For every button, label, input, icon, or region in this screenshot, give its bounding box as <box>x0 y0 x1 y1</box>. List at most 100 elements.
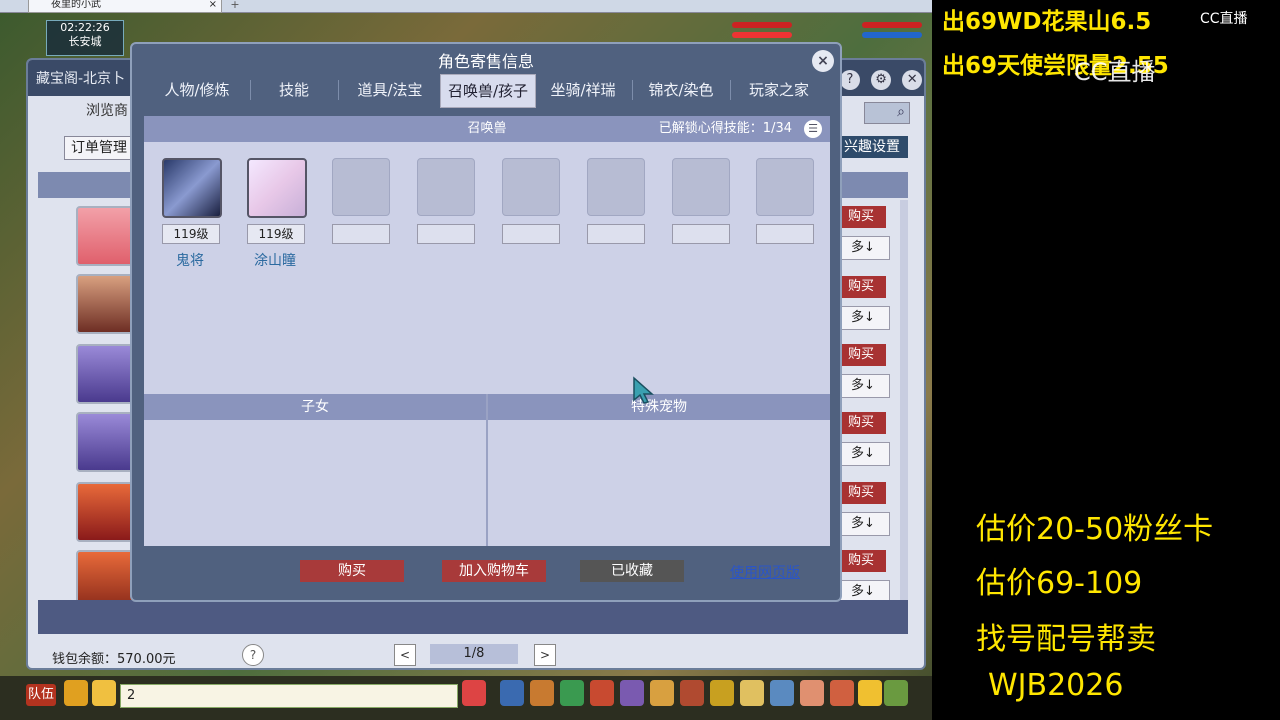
tab-outfits[interactable]: 锦衣/染色 <box>634 74 728 106</box>
row-buy-button[interactable]: 购买 <box>836 412 886 434</box>
row-buy-button[interactable]: 购买 <box>836 550 886 572</box>
empty-pet-slot[interactable] <box>502 158 560 216</box>
next-page-button[interactable]: > <box>534 644 556 666</box>
skill-icon[interactable] <box>590 680 614 706</box>
team-button[interactable]: 队伍 <box>26 684 56 706</box>
summons-header: 召唤兽 已解锁心得技能：1/34 ☰ <box>144 116 830 142</box>
empty-pet-slot[interactable] <box>417 158 475 216</box>
empty-level-box <box>332 224 390 244</box>
row-more-button[interactable]: 多↓ <box>836 442 890 466</box>
estimate-text-1: 估价20-50粉丝卡 <box>976 512 1214 547</box>
children-header: 子女 <box>144 394 486 420</box>
pet-icon[interactable] <box>462 680 486 706</box>
list-scrollbar[interactable] <box>900 200 908 600</box>
achievement-icon[interactable] <box>710 680 734 706</box>
add-to-cart-button[interactable]: 加入购物车 <box>442 560 546 582</box>
search-button[interactable]: ⌕ <box>864 102 910 124</box>
row-more-button[interactable]: 多↓ <box>836 512 890 536</box>
browse-label[interactable]: 浏览商 <box>86 100 128 120</box>
row-buy-button[interactable]: 购买 <box>836 206 886 228</box>
tab-separator <box>250 80 251 100</box>
character-avatar[interactable] <box>76 344 134 404</box>
character-avatar[interactable] <box>76 482 134 542</box>
help-icon[interactable]: ? <box>840 70 860 90</box>
empty-pet-slot[interactable] <box>332 158 390 216</box>
hp-bar <box>732 22 792 28</box>
pet-mp-bar <box>862 32 922 38</box>
close-icon[interactable]: × <box>812 50 834 72</box>
new-tab-button[interactable]: + <box>228 0 242 12</box>
tab-separator <box>632 80 633 100</box>
friends-icon[interactable] <box>800 680 824 706</box>
role-sale-info-dialog: 角色寄售信息 × 人物/修炼 技能 道具/法宝 召唤兽/孩子 坐骑/祥瑞 锦衣/… <box>130 42 842 602</box>
wallet-balance: 钱包余额：570.00元 <box>52 652 176 667</box>
list-footer <box>38 600 908 634</box>
children-list <box>144 420 486 546</box>
tab-character[interactable]: 人物/修炼 <box>146 74 248 106</box>
row-more-button[interactable]: 多↓ <box>836 374 890 398</box>
empty-level-box <box>502 224 560 244</box>
close-icon[interactable]: × <box>209 0 217 10</box>
empty-pet-slot[interactable] <box>587 158 645 216</box>
row-buy-button[interactable]: 购买 <box>836 344 886 366</box>
favorited-button[interactable]: 已收藏 <box>580 560 684 582</box>
tab-separator <box>730 80 731 100</box>
unlock-label: 已解锁心得技能： <box>658 121 763 136</box>
gear-icon[interactable]: ⚙ <box>871 70 892 90</box>
close-icon[interactable]: ✕ <box>902 70 923 90</box>
unlock-skills: 已解锁心得技能：1/34 <box>659 116 792 142</box>
system-icon[interactable] <box>680 680 704 706</box>
tab-player-home[interactable]: 玩家之家 <box>732 74 826 106</box>
web-version-link[interactable]: 使用网页版 <box>730 562 800 582</box>
service-text: 找号配号帮卖 <box>976 622 1156 657</box>
empty-pet-slot[interactable] <box>672 158 730 216</box>
event-icon[interactable] <box>740 680 764 706</box>
chat-input[interactable]: 2 <box>120 684 458 708</box>
pet-name[interactable]: 鬼将 <box>155 250 225 270</box>
chat-bubble-icon[interactable] <box>92 680 116 706</box>
row-more-button[interactable]: 多↓ <box>836 236 890 260</box>
guild-icon[interactable] <box>650 680 674 706</box>
bag-icon[interactable] <box>530 680 554 706</box>
row-buy-button[interactable]: 购买 <box>836 276 886 298</box>
game-time: 02:22:26 <box>60 21 110 34</box>
row-buy-button[interactable]: 购买 <box>836 482 886 504</box>
tab-mounts[interactable]: 坐骑/祥瑞 <box>538 74 628 106</box>
row-more-button[interactable]: 多↓ <box>836 306 890 330</box>
buy-button[interactable]: 购买 <box>300 560 404 582</box>
interest-settings-button[interactable]: 兴趣设置 <box>836 136 908 158</box>
quest-icon[interactable] <box>620 680 644 706</box>
team-icon[interactable] <box>560 680 584 706</box>
map-icon[interactable] <box>770 680 794 706</box>
search-icon: ⌕ <box>897 104 905 120</box>
special-pets-list <box>488 420 830 546</box>
pet-level: 119级 <box>247 224 305 244</box>
character-avatar[interactable] <box>76 412 134 472</box>
prev-page-button[interactable]: < <box>394 644 416 666</box>
microphone-icon[interactable] <box>64 680 88 706</box>
empty-pet-slot[interactable] <box>756 158 814 216</box>
stream-text-line-1: 出69WD花果山6.5 <box>942 9 1152 35</box>
list-icon[interactable]: ☰ <box>804 120 822 138</box>
pet-slot-2[interactable] <box>247 158 307 218</box>
tab-items[interactable]: 道具/法宝 <box>340 74 440 106</box>
section-divider <box>486 394 488 546</box>
help-button[interactable]: ? <box>242 644 264 666</box>
tab-separator <box>338 80 339 100</box>
attack-icon[interactable] <box>500 680 524 706</box>
dialog-title: 角色寄售信息 <box>437 52 534 71</box>
settings-icon[interactable] <box>884 680 908 706</box>
mall-icon[interactable] <box>830 680 854 706</box>
tab-summons[interactable]: 召唤兽/孩子 <box>440 74 536 108</box>
character-avatar[interactable] <box>76 206 134 266</box>
cc-live-watermark: CC直播 <box>1074 58 1156 86</box>
empty-level-box <box>417 224 475 244</box>
pet-slot-1[interactable] <box>162 158 222 218</box>
emote-icon[interactable] <box>858 680 882 706</box>
tab-skills[interactable]: 技能 <box>252 74 336 106</box>
summons-panel: 召唤兽 已解锁心得技能：1/34 ☰ 119级 鬼将 119级 涂山瞳 子女 特… <box>144 116 830 546</box>
page-indicator: 1/8 <box>430 644 518 664</box>
pet-name[interactable]: 涂山瞳 <box>240 250 310 270</box>
character-avatar[interactable] <box>76 274 134 334</box>
browser-tab[interactable]: 夜里的小武 × <box>28 0 222 13</box>
